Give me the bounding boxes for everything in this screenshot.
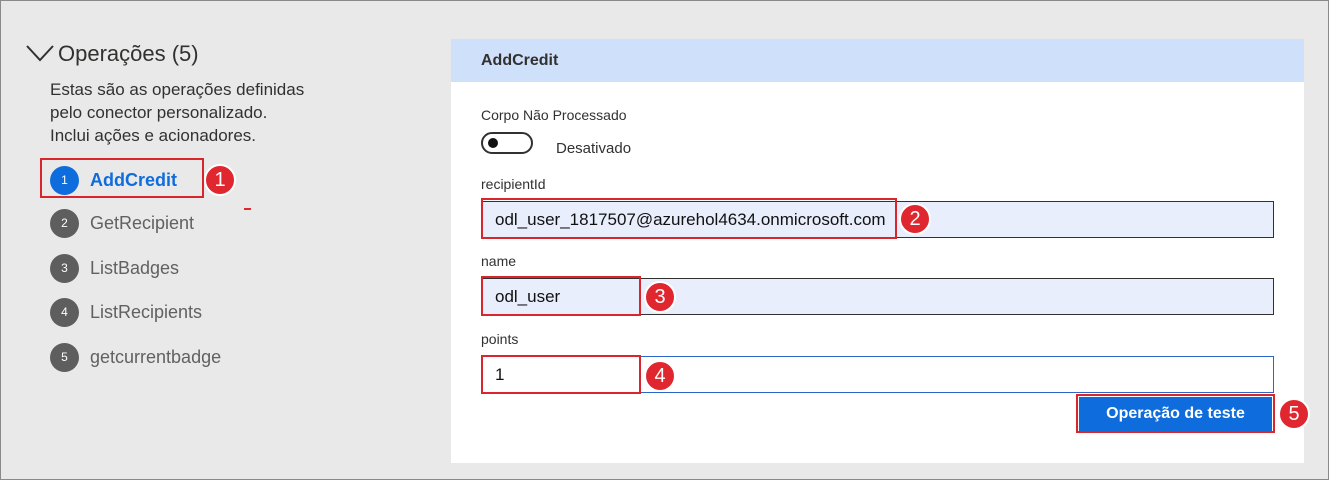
operation-number-badge: 3 bbox=[50, 253, 79, 283]
operation-label: getcurrentbadge bbox=[90, 346, 222, 367]
chevron-down-icon[interactable] bbox=[24, 40, 56, 68]
description-line: Estas são as operações definidas bbox=[50, 80, 305, 99]
description-line: pelo conector personalizado. bbox=[50, 103, 268, 122]
callout-badge: 3 bbox=[644, 281, 676, 313]
highlight-box-addcredit bbox=[40, 158, 204, 198]
operations-title: Operações (5) bbox=[58, 41, 199, 66]
operation-item-getrecipient[interactable]: 2 GetRecipient bbox=[50, 208, 194, 238]
recipientid-label: recipientId bbox=[481, 176, 546, 192]
operation-item-getcurrentbadge[interactable]: 5 getcurrentbadge bbox=[50, 342, 221, 372]
highlight-box-points bbox=[481, 355, 641, 394]
name-label: name bbox=[481, 253, 517, 269]
callout-badge: 1 bbox=[204, 164, 236, 196]
operation-label: GetRecipient bbox=[90, 212, 195, 233]
operation-number-badge: 4 bbox=[50, 297, 79, 327]
callout-badge: 4 bbox=[644, 360, 676, 392]
red-mark bbox=[244, 208, 251, 210]
points-label: points bbox=[481, 331, 519, 347]
highlight-box-name bbox=[481, 276, 641, 316]
callout-badge: 2 bbox=[899, 203, 931, 235]
operation-label: ListBadges bbox=[90, 257, 180, 278]
operation-number-badge: 5 bbox=[50, 342, 79, 372]
panel-title: AddCredit bbox=[481, 51, 559, 69]
operation-item-listbadges[interactable]: 3 ListBadges bbox=[50, 253, 179, 283]
operations-header[interactable]: Operações (5) bbox=[24, 40, 199, 68]
raw-body-state: Desativado bbox=[556, 140, 632, 157]
operations-description: Estas são as operações definidas pelo co… bbox=[50, 78, 350, 147]
highlight-box-recipientid bbox=[481, 198, 897, 239]
operation-label: ListRecipients bbox=[90, 301, 203, 322]
toggle-knob bbox=[488, 138, 498, 148]
panel-header: AddCredit bbox=[451, 39, 1304, 82]
operation-number-badge: 2 bbox=[50, 208, 79, 238]
raw-body-toggle[interactable] bbox=[481, 132, 533, 154]
raw-body-label: Corpo Não Processado bbox=[481, 107, 627, 123]
callout-badge: 5 bbox=[1278, 398, 1310, 430]
highlight-box-test-button bbox=[1076, 394, 1275, 433]
operation-item-listrecipients[interactable]: 4 ListRecipients bbox=[50, 297, 202, 327]
description-line: Inclui ações e acionadores. bbox=[50, 126, 257, 145]
